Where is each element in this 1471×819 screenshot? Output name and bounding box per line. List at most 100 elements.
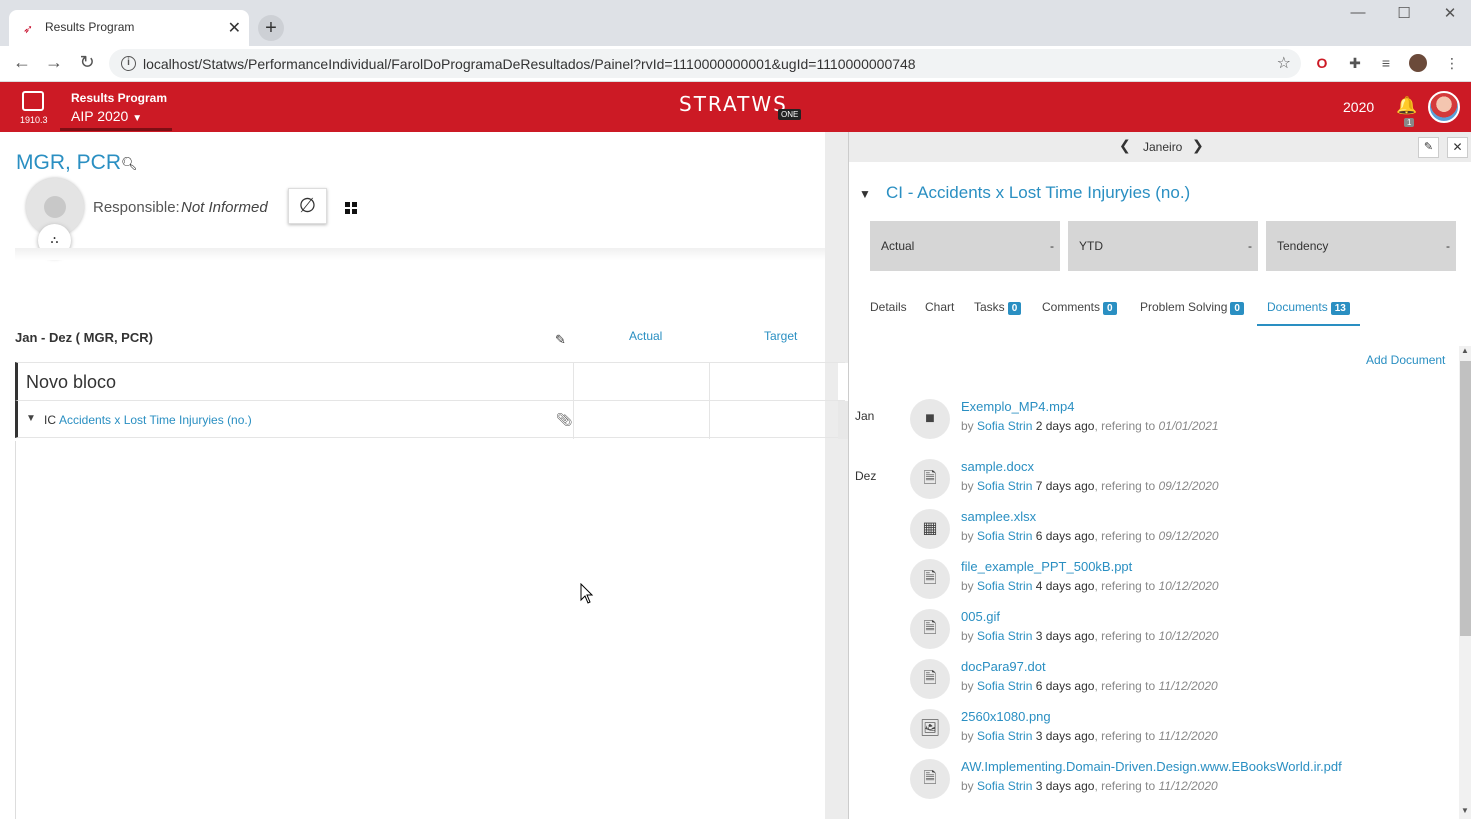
paperclip-icon[interactable]: 📎︎ (556, 412, 573, 428)
document-name-link[interactable]: docPara97.dot (961, 659, 1046, 674)
left-border (15, 441, 16, 819)
forward-icon[interactable]: → (43, 52, 65, 73)
scrollbar-thumb[interactable] (1460, 361, 1471, 636)
close-panel-button[interactable]: ✕ (1447, 137, 1468, 158)
browser-menu-icon[interactable]: ⋮ (1443, 54, 1461, 72)
column-header-actual[interactable]: Actual (629, 329, 662, 343)
program-underline (60, 128, 172, 131)
tab-problem-solving[interactable]: Problem Solving 0 (1140, 300, 1244, 326)
tab-label: Problem Solving (1140, 300, 1228, 314)
tab-chart[interactable]: Chart (925, 300, 954, 326)
new-tab-button[interactable]: + (258, 15, 284, 41)
program-selector[interactable]: AIP 2020 ▼ (71, 108, 142, 124)
pane-divider (825, 132, 848, 819)
document-item: 🗎 docPara97.dot by Sofia Strin 6 days ago,… (910, 659, 1450, 703)
tab-documents[interactable]: Documents 13 (1257, 300, 1360, 326)
grid-view-icon[interactable] (345, 202, 357, 214)
video-icon: ■ (910, 399, 950, 439)
document-item: 🗎 sample.docx by Sofia Strin 7 days ago, r… (910, 459, 1450, 503)
reference-date: 10/12/2020 (1158, 629, 1219, 643)
app-logo-icon[interactable] (22, 91, 44, 111)
by-label: by (961, 779, 974, 793)
document-name-link[interactable]: 2560x1080.png (961, 709, 1051, 724)
extensions-puzzle-icon[interactable]: ✚ (1346, 54, 1364, 72)
back-icon[interactable]: ← (11, 52, 33, 73)
row-scroll-strip (838, 401, 848, 439)
minimize-icon[interactable]: — (1348, 4, 1368, 21)
site-info-icon[interactable]: i (121, 56, 136, 71)
time-ago: 3 days ago (1035, 629, 1095, 643)
month-label: Janeiro (1143, 140, 1183, 154)
bookmark-star-icon[interactable]: ☆ (1277, 53, 1291, 73)
period-label: Jan - Dez ( MGR, PCR) (15, 330, 153, 345)
brand-tag: ONE (778, 109, 802, 120)
image-icon: 🖼 (910, 709, 950, 749)
author-link[interactable]: Sofia Strin (977, 779, 1032, 793)
pencil-icon[interactable]: ✎ (555, 332, 566, 348)
document-name-link[interactable]: 005.gif (961, 609, 1000, 624)
edit-button[interactable]: ✎ (1418, 137, 1439, 158)
caret-down-icon[interactable]: ▼ (859, 187, 871, 201)
document-item: ■ Exemplo_MP4.mp4 by Sofia Strin 2 days ag… (910, 399, 1450, 443)
profile-avatar-icon[interactable] (1409, 54, 1427, 72)
user-avatar[interactable] (1428, 91, 1460, 123)
document-name-link[interactable]: AW.Implementing.Domain-Driven.Design.www… (961, 759, 1342, 774)
actual-cell (574, 401, 710, 439)
tab-details[interactable]: Details (870, 300, 907, 326)
author-link[interactable]: Sofia Strin (977, 579, 1032, 593)
column-header-target[interactable]: Target (764, 329, 797, 343)
close-tab-icon[interactable]: ✕ (228, 18, 241, 38)
refering-label: , refering to (1094, 579, 1156, 593)
tab-badge: 13 (1330, 302, 1350, 315)
year-selector[interactable]: 2020 (1343, 99, 1374, 115)
reload-icon[interactable]: ↻ (76, 52, 98, 73)
scroll-up-icon[interactable]: ▲ (1461, 346, 1469, 355)
author-link[interactable]: Sofia Strin (977, 679, 1032, 693)
responsible-value: Not Informed (181, 199, 268, 216)
by-label: by (961, 679, 974, 693)
author-link[interactable]: Sofia Strin (977, 629, 1032, 643)
program-selector-label: AIP 2020 (71, 108, 129, 124)
media-queue-icon[interactable]: ≡ (1377, 54, 1395, 72)
refering-label: , refering to (1094, 529, 1156, 543)
refering-label: , refering to (1094, 479, 1156, 493)
indicator-name-link[interactable]: Accidents x Lost Time Injuryies (no.) (59, 413, 252, 427)
bell-icon[interactable]: 🔔 (1396, 96, 1417, 116)
search-icon[interactable]: 🔍︎ (121, 156, 138, 172)
author-link[interactable]: Sofia Strin (977, 479, 1032, 493)
add-document-link[interactable]: Add Document (1366, 353, 1445, 367)
document-name-link[interactable]: Exemplo_MP4.mp4 (961, 399, 1074, 414)
reference-date: 11/12/2020 (1158, 729, 1218, 743)
no-status-button[interactable]: ∅ (288, 188, 327, 224)
document-item: 🖼 2560x1080.png by Sofia Strin 3 days ago,… (910, 709, 1450, 753)
document-meta: by Sofia Strin 4 days ago, refering to 1… (961, 579, 1219, 593)
tab-label: Documents (1267, 300, 1328, 314)
document-name-link[interactable]: samplee.xlsx (961, 509, 1036, 524)
indicator-row[interactable]: ▼ IC Accidents x Lost Time Injuryies (no… (15, 400, 848, 439)
time-ago: 3 days ago (1035, 779, 1095, 793)
opera-extension-icon[interactable]: O (1313, 54, 1331, 72)
window-close-icon[interactable]: ✕ (1440, 4, 1460, 22)
author-link[interactable]: Sofia Strin (977, 529, 1032, 543)
reference-date: 11/12/2020 (1158, 679, 1218, 693)
maximize-icon[interactable]: ☐ (1394, 4, 1414, 22)
author-link[interactable]: Sofia Strin (977, 729, 1032, 743)
tab-label: Details (870, 300, 907, 314)
tab-tasks[interactable]: Tasks 0 (974, 300, 1022, 326)
tab-badge: 0 (1007, 302, 1022, 315)
caret-down-icon[interactable]: ▼ (26, 413, 36, 424)
address-bar[interactable]: i localhost/Statws/PerformanceIndividual… (109, 49, 1301, 78)
tab-badge: 0 (1103, 302, 1117, 315)
author-link[interactable]: Sofia Strin (977, 419, 1032, 433)
chevron-right-icon[interactable]: ❯ (1192, 137, 1204, 154)
document-name-link[interactable]: sample.docx (961, 459, 1034, 474)
chevron-left-icon[interactable]: ❮ (1119, 137, 1131, 154)
url-text[interactable]: localhost/Statws/PerformanceIndividual/F… (143, 56, 916, 72)
document-name-link[interactable]: file_example_PPT_500kB.ppt (961, 559, 1132, 574)
section-separator (15, 248, 825, 260)
scroll-down-icon[interactable]: ▼ (1461, 806, 1469, 815)
app-version: 1910.3 (20, 115, 48, 125)
tab-comments[interactable]: Comments 0 (1042, 300, 1117, 326)
kpi-ytd: YTD - (1068, 221, 1258, 271)
browser-tab[interactable]: ➶ Results Program ✕ (9, 10, 249, 46)
